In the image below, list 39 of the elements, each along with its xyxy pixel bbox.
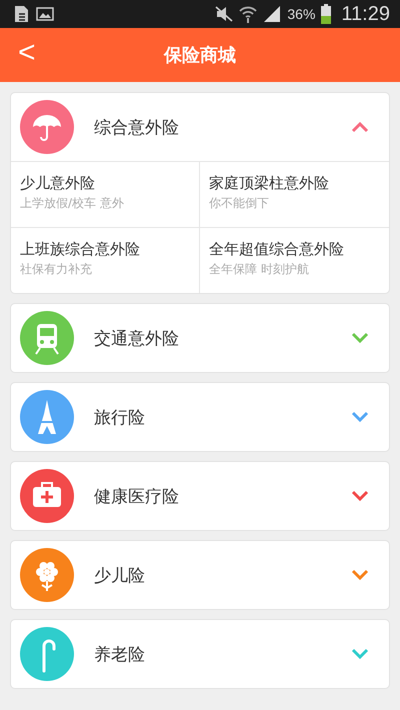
- clock: 11:29: [341, 2, 390, 26]
- chevron-down-icon: [351, 569, 369, 581]
- category-name: 综合意外险: [94, 116, 180, 138]
- product-name: 上班族综合意外险: [20, 240, 141, 259]
- signal-icon: [263, 5, 282, 23]
- category-row[interactable]: 综合意外险: [11, 93, 389, 161]
- product-name: 家庭顶梁柱意外险: [209, 174, 330, 193]
- category-row[interactable]: 健康医疗险: [11, 462, 389, 530]
- category-name: 健康医疗险: [94, 486, 180, 508]
- product-item[interactable]: 全年超值综合意外险 全年保障 时刻护航: [200, 228, 389, 293]
- category-row[interactable]: 少儿险: [11, 541, 389, 609]
- wifi-icon: [239, 5, 258, 23]
- category-name: 少儿险: [94, 564, 146, 586]
- chevron-down-icon: [351, 411, 369, 423]
- category-name: 旅行险: [94, 406, 146, 428]
- product-subtitle: 社保有力补充: [20, 261, 93, 278]
- category-row[interactable]: 交通意外险: [11, 304, 389, 372]
- product-subtitle: 你不能倒下: [209, 195, 270, 212]
- product-name: 全年超值综合意外险: [209, 240, 345, 259]
- product-subtitle: 上学放假/校车 意外: [20, 195, 125, 212]
- mute-icon: [215, 6, 234, 22]
- product-item[interactable]: 少儿意外险 上学放假/校车 意外: [11, 162, 200, 228]
- battery-icon: [321, 4, 332, 24]
- category-name: 交通意外险: [94, 328, 180, 350]
- page-title: 保险商城: [164, 44, 236, 67]
- category-name: 养老险: [94, 644, 146, 666]
- chevron-up-icon: [351, 121, 369, 133]
- battery-percent: 36%: [287, 6, 316, 22]
- product-item[interactable]: 上班族综合意外险 社保有力补充: [11, 228, 200, 293]
- sim-card-icon: [14, 5, 30, 23]
- chevron-down-icon: [351, 332, 369, 344]
- product-item[interactable]: 家庭顶梁柱意外险 你不能倒下: [200, 162, 389, 228]
- category-row[interactable]: 养老险: [11, 620, 389, 688]
- image-icon: [36, 6, 54, 22]
- chevron-down-icon: [351, 648, 369, 660]
- chevron-down-icon: [351, 490, 369, 502]
- product-name: 少儿意外险: [20, 174, 96, 193]
- category-row[interactable]: 旅行险: [11, 383, 389, 451]
- product-subtitle: 全年保障 时刻护航: [209, 261, 310, 278]
